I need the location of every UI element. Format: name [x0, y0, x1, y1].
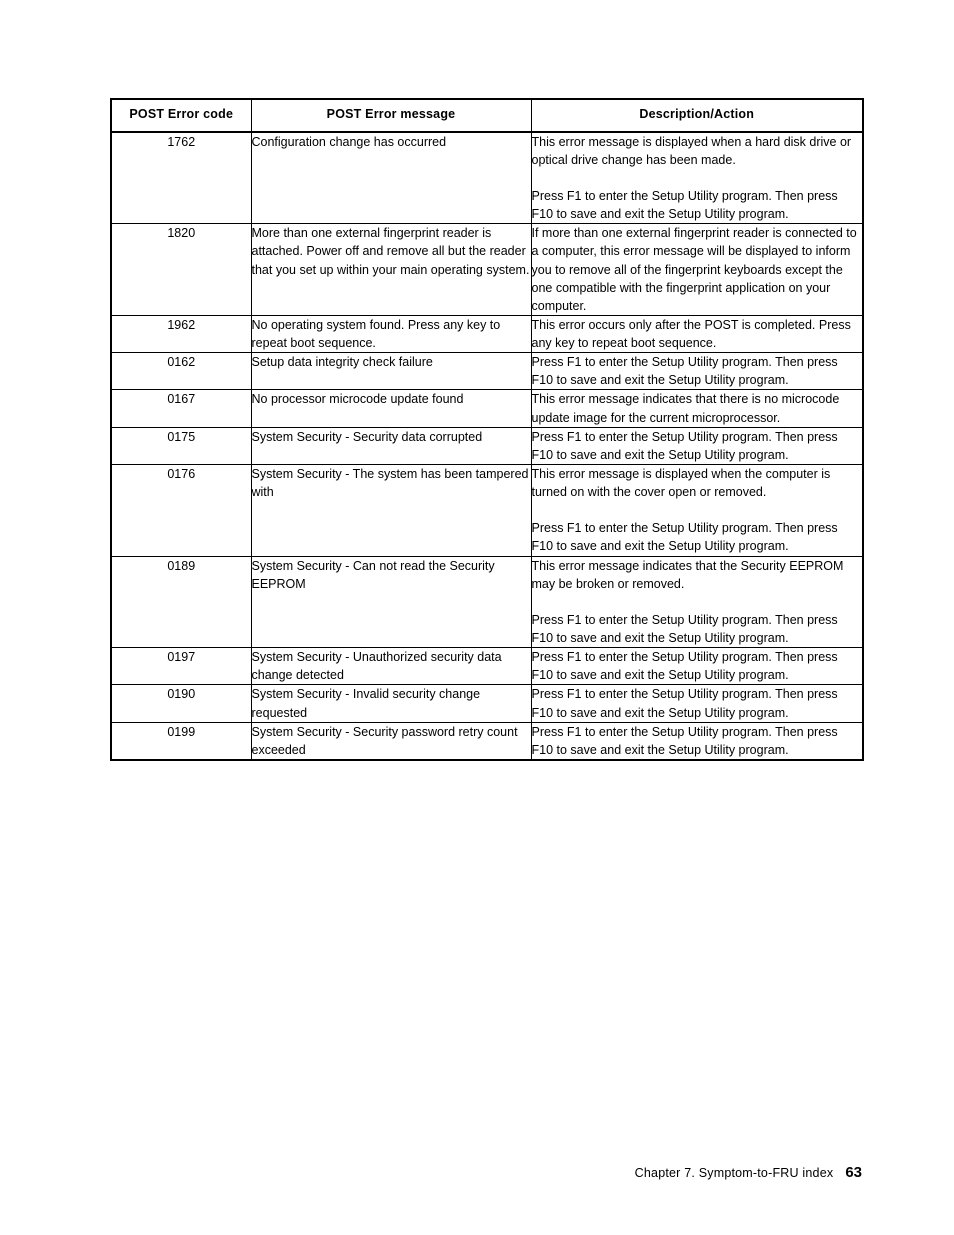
cell-post-error-code: 0189 — [110, 555, 252, 649]
table-header-row: POST Error code POST Error message Descr… — [110, 98, 864, 133]
cell-description-action: Press F1 to enter the Setup Utility prog… — [530, 426, 864, 465]
cell-description-action: This error occurs only after the POST is… — [530, 314, 864, 354]
table-row: 0199 System Security - Security password … — [110, 721, 864, 761]
cell-description-action: This error message indicates that the Se… — [530, 555, 864, 649]
cell-post-error-code: 0197 — [110, 647, 252, 686]
cell-description-action: Press F1 to enter the Setup Utility prog… — [530, 352, 864, 391]
page-footer: Chapter 7. Symptom-to-FRU index 63 — [635, 1165, 862, 1180]
cell-post-error-message: No operating system found. Press any key… — [250, 314, 532, 354]
cell-post-error-message: More than one external fingerprint reade… — [250, 223, 532, 316]
cell-description-action: Press F1 to enter the Setup Utility prog… — [530, 684, 864, 723]
cell-post-error-message: No processor microcode update found — [250, 389, 532, 428]
cell-description-action: Press F1 to enter the Setup Utility prog… — [530, 647, 864, 686]
table-header: POST Error code POST Error message Descr… — [110, 98, 864, 133]
cell-post-error-message: System Security - Security data corrupte… — [250, 426, 532, 465]
description-paragraph: This error message is displayed when the… — [531, 466, 831, 499]
table-body: 1762 Configuration change has occurred Thi… — [110, 131, 864, 761]
description-paragraph: Press F1 to enter the Setup Utility prog… — [531, 687, 838, 720]
cell-post-error-code: 0167 — [110, 389, 252, 428]
table-row: 0176 System Security - The system has bee… — [110, 463, 864, 557]
cell-post-error-code: 0199 — [110, 721, 252, 761]
table-row: 0175 System Security - Security data corr… — [110, 426, 864, 465]
description-paragraph: This error message is displayed when a h… — [531, 134, 852, 167]
description-paragraph: Press F1 to enter the Setup Utility prog… — [531, 521, 838, 554]
cell-post-error-message: System Security - Can not read the Secur… — [250, 555, 532, 649]
post-error-table-container: POST Error code POST Error message Descr… — [110, 98, 864, 761]
description-paragraph: Press F1 to enter the Setup Utility prog… — [531, 189, 838, 222]
description-paragraph: This error message indicates that the Se… — [531, 558, 844, 591]
cell-post-error-code: 1962 — [110, 314, 252, 354]
document-page: POST Error code POST Error message Descr… — [0, 0, 954, 1235]
footer-chapter-label: Chapter 7. Symptom-to-FRU index — [634, 1166, 834, 1180]
cell-post-error-message: System Security - Invalid security chang… — [250, 684, 532, 723]
column-header-post-error-code: POST Error code — [110, 98, 252, 133]
table-row: 0197 System Security - Unauthorized secur… — [110, 647, 864, 686]
table-row: 0162 Setup data integrity check failure Pr… — [110, 352, 864, 391]
description-paragraph: If more than one external fingerprint re… — [531, 226, 857, 313]
column-header-post-error-message: POST Error message — [250, 98, 532, 133]
description-paragraph: Press F1 to enter the Setup Utility prog… — [531, 724, 838, 757]
footer-page-number: 63 — [845, 1164, 862, 1181]
cell-description-action: This error message is displayed when the… — [530, 463, 864, 557]
description-paragraph: This error occurs only after the POST is… — [531, 317, 851, 350]
description-paragraph: Press F1 to enter the Setup Utility prog… — [531, 612, 838, 645]
cell-post-error-code: 0190 — [110, 684, 252, 723]
table-row: 1762 Configuration change has occurred Thi… — [110, 131, 864, 225]
cell-post-error-message: System Security - The system has been ta… — [250, 463, 532, 557]
table-row: 0189 System Security - Can not read the S… — [110, 555, 864, 649]
cell-post-error-message: System Security - Security password retr… — [250, 721, 532, 761]
cell-description-action: If more than one external fingerprint re… — [530, 223, 864, 316]
column-header-description-action: Description/Action — [530, 98, 864, 133]
cell-post-error-code: 0175 — [110, 426, 252, 465]
cell-description-action: Press F1 to enter the Setup Utility prog… — [530, 721, 864, 761]
description-paragraph: Press F1 to enter the Setup Utility prog… — [531, 429, 838, 462]
table-row: 1820 More than one external fingerprint r… — [110, 223, 864, 316]
post-error-table: POST Error code POST Error message Descr… — [110, 98, 864, 761]
cell-description-action: This error message indicates that there … — [530, 389, 864, 428]
description-paragraph: This error message indicates that there … — [531, 392, 840, 425]
table-row: 0167 No processor microcode update found T… — [110, 389, 864, 428]
cell-post-error-code: 1820 — [110, 223, 252, 316]
cell-post-error-message: System Security - Unauthorized security … — [250, 647, 532, 686]
cell-post-error-code: 1762 — [110, 131, 252, 225]
cell-post-error-message: Setup data integrity check failure — [250, 352, 532, 391]
table-row: 1962 No operating system found. Press any… — [110, 314, 864, 354]
cell-post-error-code: 0176 — [110, 463, 252, 557]
description-paragraph: Press F1 to enter the Setup Utility prog… — [531, 355, 838, 388]
cell-post-error-code: 0162 — [110, 352, 252, 391]
cell-post-error-message: Configuration change has occurred — [250, 131, 532, 225]
cell-description-action: This error message is displayed when a h… — [530, 131, 864, 225]
table-row: 0190 System Security - Invalid security c… — [110, 684, 864, 723]
description-paragraph: Press F1 to enter the Setup Utility prog… — [531, 650, 838, 683]
